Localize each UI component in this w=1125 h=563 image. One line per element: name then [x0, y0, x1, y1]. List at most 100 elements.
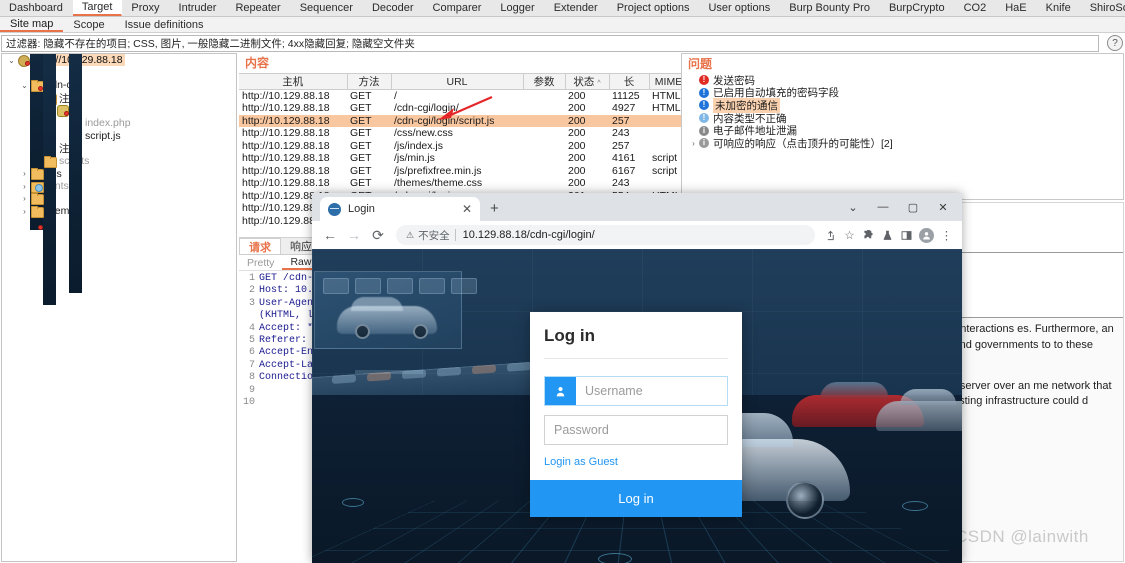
column-header-3[interactable]: 参数 [523, 73, 566, 90]
login-submit-button[interactable]: Log in [530, 480, 742, 517]
browser-tab[interactable]: Login ✕ [320, 197, 480, 221]
lab-icon[interactable] [878, 225, 897, 245]
help-icon[interactable]: ? [1107, 35, 1123, 51]
tree-node[interactable]: › themes [2, 205, 236, 218]
table-cell-params [523, 102, 565, 115]
rr-subtab-0[interactable]: Pretty [239, 255, 282, 270]
burp-tab-user-options[interactable]: User options [699, 0, 780, 16]
folder-icon [43, 155, 57, 168]
window-controls[interactable]: ⌄ — ▢ ✕ [838, 193, 958, 221]
table-row[interactable]: http://10.129.88.18 GET/200 11125 HTML [239, 90, 709, 102]
table-row[interactable]: http://10.129.88.18 GET/cdn-cgi/login/scr… [239, 114, 709, 127]
omnibox[interactable]: ⚠ 不安全 10.129.88.18/cdn-cgi/login/ [396, 225, 815, 245]
tree-node[interactable]: › fonts [2, 180, 236, 193]
tree-twisty-icon[interactable]: › [19, 207, 30, 216]
tree-node[interactable]: ›css [2, 167, 236, 181]
table-cell-length: 257 [612, 139, 630, 152]
burp-tab-target[interactable]: Target [72, 0, 123, 16]
table-cell-status: 200 [568, 102, 586, 115]
burp-tab-shiroscan[interactable]: ShiroScan [1081, 0, 1125, 16]
login-as-guest-link[interactable]: Login as Guest [544, 456, 618, 468]
table-row[interactable]: http://10.129.88.18 GET/js/min.js 200 4161 s… [239, 152, 709, 165]
contents-panel: 内容 主机 方法 URL 参数 状态 ^ 长 MIME类型 http://10.129.88.… [239, 53, 710, 227]
table-row[interactable]: http://10.129.88.18 GET/js/prefixfree.min… [239, 165, 709, 178]
column-header-4[interactable]: 状态 ^ [565, 73, 610, 90]
burp-tab-comparer[interactable]: Comparer [424, 0, 492, 16]
close-icon[interactable]: ✕ [456, 202, 472, 216]
column-header-2[interactable]: URL [391, 73, 524, 90]
folder-icon [30, 79, 44, 92]
tree-node[interactable]: ⌄ cdn-cgi [2, 79, 236, 92]
burp-tab-project-options[interactable]: Project options [608, 0, 700, 16]
minimize-icon[interactable]: — [868, 193, 898, 221]
avatar[interactable] [919, 227, 934, 243]
line-number: 1 [248, 273, 255, 284]
sitemap-tree[interactable]: ⌄http://10.129.88.18/⌄cdn-cgi⌄注册›/index.… [1, 53, 237, 562]
burp-tab-extender[interactable]: Extender [545, 0, 608, 16]
table-row[interactable]: http://10.129.88.18 GET/css/new.css 200 243 [239, 127, 709, 140]
tree-twisty-icon[interactable]: › [19, 182, 30, 191]
issue-twisty-icon[interactable]: › [688, 139, 699, 148]
column-header-label: 状态 [573, 76, 595, 88]
burp-tab-proxy[interactable]: Proxy [122, 0, 169, 16]
table-cell-method: GET [350, 164, 372, 177]
tree-node[interactable]: / [2, 54, 236, 230]
burp-tab-sequencer[interactable]: Sequencer [291, 0, 363, 16]
table-cell-length: 11125 [612, 90, 640, 102]
sidepanel-icon[interactable] [897, 225, 916, 245]
rr-tab-0[interactable]: 请求 [239, 238, 281, 254]
forward-icon[interactable]: → [342, 223, 366, 247]
star-icon[interactable]: ☆ [840, 225, 859, 245]
tree-twisty-icon[interactable]: › [19, 194, 30, 203]
burp-tab-knife[interactable]: Knife [1037, 0, 1081, 16]
burp-tab-burp-bounty-pro[interactable]: Burp Bounty Pro [780, 0, 880, 16]
maximize-icon[interactable]: ▢ [898, 193, 928, 221]
column-header-0[interactable]: 主机 [239, 73, 348, 90]
burp-tab-hae[interactable]: HaE [996, 0, 1036, 16]
column-header-1[interactable]: 方法 [347, 73, 392, 90]
column-header-5[interactable]: 长 [609, 73, 650, 90]
share-icon[interactable] [821, 225, 840, 245]
password-input[interactable] [545, 416, 727, 444]
burp-tab-decoder[interactable]: Decoder [363, 0, 424, 16]
burp-subtab-issue-definitions[interactable]: Issue definitions [115, 17, 214, 32]
browser-menu-icon[interactable]: ⋮ [937, 225, 956, 245]
line-text: Connection [259, 372, 320, 384]
burp-tab-co2[interactable]: CO2 [955, 0, 997, 16]
password-field-wrap[interactable] [544, 415, 728, 445]
extensions-icon[interactable] [859, 225, 878, 245]
burp-tab-intruder[interactable]: Intruder [170, 0, 227, 16]
new-tab-button[interactable]: + [490, 200, 499, 217]
back-icon[interactable]: ← [318, 223, 342, 247]
table-row[interactable]: http://10.129.88.18 GET/js/index.js 200 257 [239, 140, 709, 153]
tree-twisty-icon[interactable]: ⌄ [6, 56, 17, 65]
line-number: 4 [248, 322, 255, 334]
reload-icon[interactable]: ⟳ [366, 223, 390, 247]
issue-item[interactable]: › i 可响应的响应（点击顶升的可能性）[2] [682, 137, 1123, 150]
burp-tab-repeater[interactable]: Repeater [226, 0, 290, 16]
issues-list[interactable]: ! 发送密码! 已启用自动填充的密码字段! 未加密的通信! 内容类型不正确 i 电子邮件地址… [682, 74, 1123, 150]
tree-twisty-icon[interactable]: ⌄ [19, 81, 30, 90]
tab-search-icon[interactable]: ⌄ [838, 193, 868, 221]
username-input[interactable] [576, 377, 755, 405]
table-cell-method: GET [347, 114, 391, 127]
burp-sub-tabbar: Site map Scope Issue definitions [0, 17, 1125, 33]
tree-node[interactable]: ›js [2, 193, 236, 206]
burp-tab-burpcrypto[interactable]: BurpCrypto [880, 0, 955, 16]
table-row[interactable]: http://10.129.88.18 GET/themes/theme.css 2… [239, 177, 709, 190]
burp-subtab-scope[interactable]: Scope [63, 17, 114, 32]
folder-icon [30, 193, 44, 206]
burp-subtab-site-map[interactable]: Site map [0, 17, 64, 32]
tree-twisty-icon[interactable]: › [19, 169, 30, 178]
filter-bar[interactable]: 过滤器: 隐藏不存在的项目; CSS, 图片, 一般隐藏二进制文件; 4xx隐藏… [1, 35, 1099, 52]
burp-tab-dashboard[interactable]: Dashboard [0, 0, 73, 16]
close-window-icon[interactable]: ✕ [928, 193, 958, 221]
table-cell-host: http://10.129.88.18 [242, 152, 330, 165]
username-field-wrap[interactable] [544, 376, 755, 406]
warning-icon: ⚠ [406, 229, 415, 240]
burp-tab-logger[interactable]: Logger [491, 0, 544, 16]
table-row[interactable]: http://10.129.88.18 GET/cdn-cgi/login/200… [239, 102, 709, 115]
severity-icon: i [699, 125, 709, 136]
line-text: User-Agent [259, 297, 320, 309]
table-header-row[interactable]: 主机 方法 URL 参数 状态 ^ 长 MIME类型 [239, 73, 710, 90]
